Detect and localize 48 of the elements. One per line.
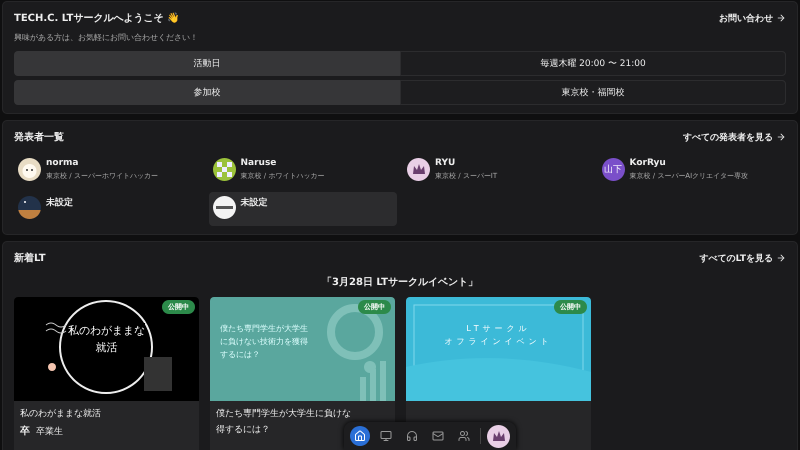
presenter-name: Naruse: [240, 158, 278, 168]
presenter-name: RYU: [435, 158, 456, 168]
headphones-icon: [406, 430, 418, 442]
lt-title: 僕たち専門学生が大学生に負けな: [216, 408, 352, 420]
author-avatar: 卒: [20, 424, 30, 438]
presenter-item[interactable]: 未設定: [14, 192, 202, 226]
home-icon: [354, 430, 366, 442]
crown-avatar: [407, 158, 430, 181]
contact-link[interactable]: お問い合わせ: [719, 12, 786, 24]
all-presenters-link[interactable]: すべての発表者を見る: [683, 130, 786, 144]
slide-title: に負けない技術力を獲得: [220, 336, 308, 347]
monitor-icon: [380, 430, 392, 442]
logo-avatar: [212, 196, 236, 219]
presenter-name: 未設定: [46, 196, 73, 209]
slide-title: 僕たち専門学生が大学生: [220, 323, 308, 334]
lt-title: 得するには？: [216, 424, 271, 436]
section-title: 新着LT: [14, 251, 46, 265]
dog-avatar: [18, 158, 41, 181]
section-title: 発表者一覧: [14, 130, 64, 144]
arrow-icon: [776, 13, 786, 23]
presenter-name: norma: [46, 158, 80, 168]
night-sky-avatar: [18, 196, 41, 219]
slide-title: 就活: [96, 340, 118, 355]
all-lt-link[interactable]: すべてのLTを見る: [700, 252, 786, 264]
slide-title: LTサークル: [466, 323, 531, 334]
checkered-avatar: [212, 158, 236, 181]
arrow-icon: [776, 132, 786, 142]
arrow-icon: [776, 253, 786, 263]
initials-avatar: 山下: [602, 158, 624, 181]
presenter-name: 未設定: [240, 196, 268, 209]
mail-icon: [432, 430, 444, 442]
slide-title: するには？: [220, 349, 260, 360]
welcome-title: TECH.C. LTサークルへようこそ 👋: [14, 12, 179, 25]
info-label: 活動日: [14, 51, 400, 76]
users-icon: [458, 430, 470, 442]
slide-title: 私のわがままな: [68, 323, 145, 338]
info-label: 参加校: [14, 80, 400, 105]
slide-title: オフラインイベント: [444, 336, 552, 347]
user-avatar[interactable]: [487, 424, 510, 448]
lt-title: 私のわがままな就活: [20, 408, 102, 420]
author-name: 卒業生: [36, 426, 63, 438]
event-title: 「3月28日 LTサークルイベント」: [322, 276, 478, 289]
info-value: 東京校・福岡校: [400, 80, 786, 105]
presenter-item[interactable]: 未設定: [208, 192, 397, 226]
welcome-subtitle: 興味がある方は、お気軽にお問い合わせください！: [14, 32, 199, 43]
info-value: 毎週木曜 20:00 〜 21:00: [400, 51, 786, 76]
home-button[interactable]: [350, 426, 370, 446]
presenter-name: KorRyu: [630, 158, 667, 168]
